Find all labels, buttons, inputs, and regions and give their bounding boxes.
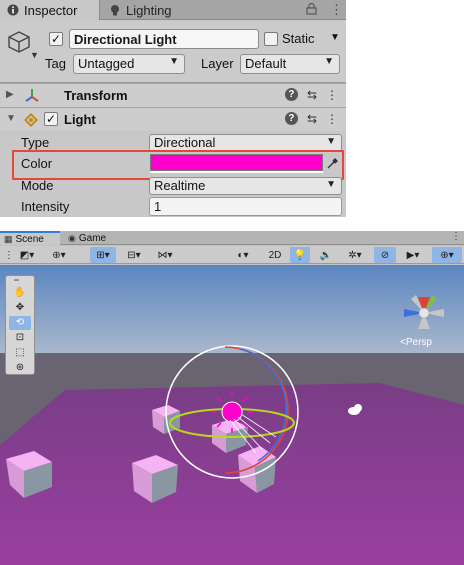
layer-dropdown-value: Default [245,56,287,71]
increment-snap-icon[interactable]: ⊟▾ [121,247,147,263]
scene-lighting-icon[interactable]: 💡 [290,247,310,263]
static-dropdown-arrow-icon[interactable]: ▼ [330,32,340,43]
static-checkbox[interactable] [264,32,278,46]
rotate-tool-icon[interactable]: ⟲ [9,316,31,330]
mode-2d-button[interactable]: 2D [264,247,286,263]
tab-scene[interactable]: ▦ Scene [0,231,60,245]
help-icon[interactable]: ? [284,88,298,101]
intensity-field[interactable]: 1 [149,197,342,216]
transform-tools-overlay: ═ ✋ ✥ ⟲ ⊡ ⬚ ⊛ [5,275,35,375]
scene-view-panel: ▦ Scene ◉ Game ⋮ ⋮ ◩▾ ⊕▾ ⊞▾ ⊟▾ ⋈▾ ◐▾ 2D … [0,231,464,565]
mode-label: Mode [21,178,54,193]
toolbar-handle-icon: ⋮ [4,249,14,261]
scene-tab-bar: ▦ Scene ◉ Game ⋮ [0,231,464,245]
tag-dropdown[interactable]: Untagged ▼ [73,54,185,74]
transform-axes-icon [24,88,40,107]
overlay-grip-icon: ═ [14,277,19,284]
intensity-row: Intensity 1 [0,197,346,217]
chevron-down-icon: ▼ [326,179,336,190]
light-component-header[interactable]: ▼ ✓ Light ? ⇆ ⋮ [0,107,346,131]
mode-dropdown[interactable]: Realtime ▼ [149,177,342,195]
lightbulb-icon [108,3,122,17]
intensity-label: Intensity [21,199,70,214]
persp-label[interactable]: <Persp [400,337,432,348]
kebab-menu-icon[interactable]: ⋮ [326,88,338,102]
chevron-down-icon: ▼ [326,136,336,147]
effects-icon[interactable]: ✲▾ [342,247,368,263]
grid-icon: ▦ [4,233,13,244]
type-label: Type [21,135,50,150]
shading-mode-icon[interactable]: ◐▾ [230,247,256,263]
inspector-panel: Inspector Lighting ⋮ ▼ ✓ Directional Lig… [0,0,346,217]
tab-lighting-label: Lighting [126,2,172,18]
light-title: Light [64,112,96,127]
tab-game-label: Game [78,232,107,244]
sky [0,265,464,353]
inspector-tab-bar: Inspector Lighting ⋮ [0,0,346,20]
tab-lighting[interactable]: Lighting [102,0,212,20]
transform-title: Transform [64,88,128,103]
light-component-icon [23,112,39,131]
hand-tool-icon[interactable]: ✋ [9,286,31,300]
kebab-menu-icon[interactable]: ⋮ [330,2,343,18]
foldout-down-icon[interactable]: ▼ [6,113,16,124]
overlay-menu-icon[interactable]: ⋈▾ [152,247,178,263]
kebab-menu-icon[interactable]: ⋮ [451,231,461,242]
foldout-right-icon[interactable]: ▶ [6,89,14,100]
mode-row: Mode Realtime ▼ [0,176,346,197]
chevron-down-icon: ▼ [169,56,179,67]
light-enabled-checkbox[interactable]: ✓ [44,112,58,126]
layer-dropdown[interactable]: Default ▼ [240,54,340,74]
draw-mode-icon[interactable]: ◩▾ [14,247,40,263]
object-name-field[interactable]: Directional Light [69,29,259,49]
global-local-icon[interactable]: ⊕▾ [46,247,72,263]
chevron-down-icon: ▼ [324,56,334,67]
presets-icon[interactable]: ⇆ [307,112,317,126]
lock-icon[interactable] [306,2,317,18]
grid-snap-icon[interactable]: ⊞▾ [90,247,116,263]
scene-toolbar: ⋮ ◩▾ ⊕▾ ⊞▾ ⊟▾ ⋈▾ ◐▾ 2D 💡 🔈 ✲▾ ⊘ ▶▾ ⊕▾ [0,246,464,264]
camera-icon[interactable]: ▶▾ [400,247,426,263]
tab-inspector[interactable]: Inspector [0,0,100,20]
icon-dropdown-arrow-icon[interactable]: ▼ [30,50,39,60]
kebab-menu-icon[interactable]: ⋮ [326,112,338,126]
audio-icon[interactable]: 🔈 [316,247,336,263]
move-tool-icon[interactable]: ✥ [9,301,31,315]
scene-viewport[interactable] [0,265,464,565]
object-header: ▼ ✓ Directional Light Static ▼ Tag Untag… [0,21,346,83]
mode-dropdown-value: Realtime [154,178,206,193]
active-checkbox[interactable]: ✓ [49,32,63,46]
info-icon [6,3,20,17]
tab-scene-label: Scene [15,233,44,245]
rect-tool-icon[interactable]: ⬚ [9,346,31,360]
gamepad-icon: ◉ [68,232,76,243]
layer-label: Layer [201,56,234,71]
tab-game[interactable]: ◉ Game [64,231,106,245]
scale-tool-icon[interactable]: ⊡ [9,331,31,345]
help-icon[interactable]: ? [284,112,298,125]
transform-tool-icon[interactable]: ⊛ [9,361,31,375]
type-dropdown-value: Directional [154,135,216,150]
gameobject-cube-icon [6,29,32,55]
static-label: Static [282,31,315,46]
hidden-objects-icon[interactable]: ⊘ [374,247,396,263]
presets-icon[interactable]: ⇆ [307,88,317,102]
tab-inspector-label: Inspector [24,2,78,18]
transform-component-header[interactable]: ▶ Transform ? ⇆ ⋮ [0,83,346,107]
gizmos-icon[interactable]: ⊕▾ [432,247,462,263]
tag-label: Tag [45,56,66,71]
tag-dropdown-value: Untagged [78,56,135,71]
